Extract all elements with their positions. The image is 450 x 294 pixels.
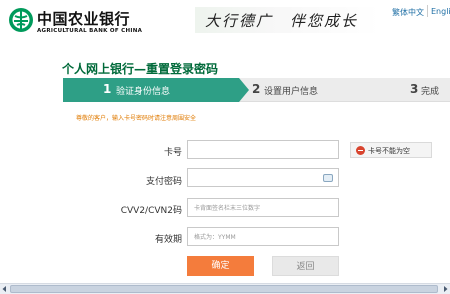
step-1-label: 验证身份信息 [116, 87, 171, 97]
cvv-label: CVV2/CVN2码 [120, 206, 182, 216]
page-title: 个人网上银行—重置登录密码 [62, 62, 219, 76]
confirm-button[interactable]: 确定 [187, 256, 254, 276]
scroll-right-arrow-icon[interactable] [441, 284, 450, 294]
expiry-input[interactable]: 格式为：YYMM [187, 227, 339, 246]
step-3-label: 完成 [421, 87, 440, 97]
abc-logo-icon [9, 8, 33, 32]
site-header: 中国农业银行 AGRICULTURAL BANK OF CHINA 大行德广 伴… [0, 0, 450, 44]
keyboard-icon[interactable] [323, 174, 333, 182]
expiry-placeholder: 格式为：YYMM [194, 234, 236, 241]
bank-name-cn: 中国农业银行 [37, 10, 131, 28]
lang-traditional-link[interactable]: 繁体中文 [392, 7, 424, 18]
step-arrow [239, 78, 249, 102]
horizontal-scrollbar[interactable] [0, 283, 450, 294]
card-number-label: 卡号 [163, 148, 182, 158]
security-notice: 尊敬的客户，输入卡号密码时请注意周围安全 [76, 115, 197, 122]
password-label: 支付密码 [145, 177, 182, 187]
scroll-left-arrow-icon[interactable] [0, 284, 9, 294]
cvv-placeholder: 卡背面签名栏末三位数字 [194, 205, 261, 212]
card-number-error-text: 卡号不能为空 [368, 147, 410, 155]
lang-english-link[interactable]: Engli [431, 7, 450, 16]
expiry-label: 有效期 [154, 235, 182, 245]
slogan-text: 大行德广 伴您成长 [205, 12, 359, 30]
card-number-input[interactable] [187, 140, 339, 159]
step-1-number: 1 [103, 82, 112, 96]
step-2-number: 2 [252, 82, 261, 96]
scrollbar-thumb[interactable] [10, 285, 438, 293]
error-icon [356, 146, 365, 155]
slogan-banner: 大行德广 伴您成长 [195, 7, 380, 33]
steps-bar: 1 验证身份信息 2 设置用户信息 3 完成 [63, 78, 450, 102]
step-3-number: 3 [410, 82, 419, 96]
password-input[interactable] [187, 168, 339, 187]
bank-name-en: AGRICULTURAL BANK OF CHINA [37, 28, 143, 34]
back-button[interactable]: 返回 [272, 256, 339, 276]
step-2-label: 设置用户信息 [264, 87, 319, 97]
card-number-error-tip: 卡号不能为空 [350, 142, 432, 158]
cvv-input[interactable]: 卡背面签名栏末三位数字 [187, 198, 339, 217]
lang-divider [427, 5, 428, 17]
